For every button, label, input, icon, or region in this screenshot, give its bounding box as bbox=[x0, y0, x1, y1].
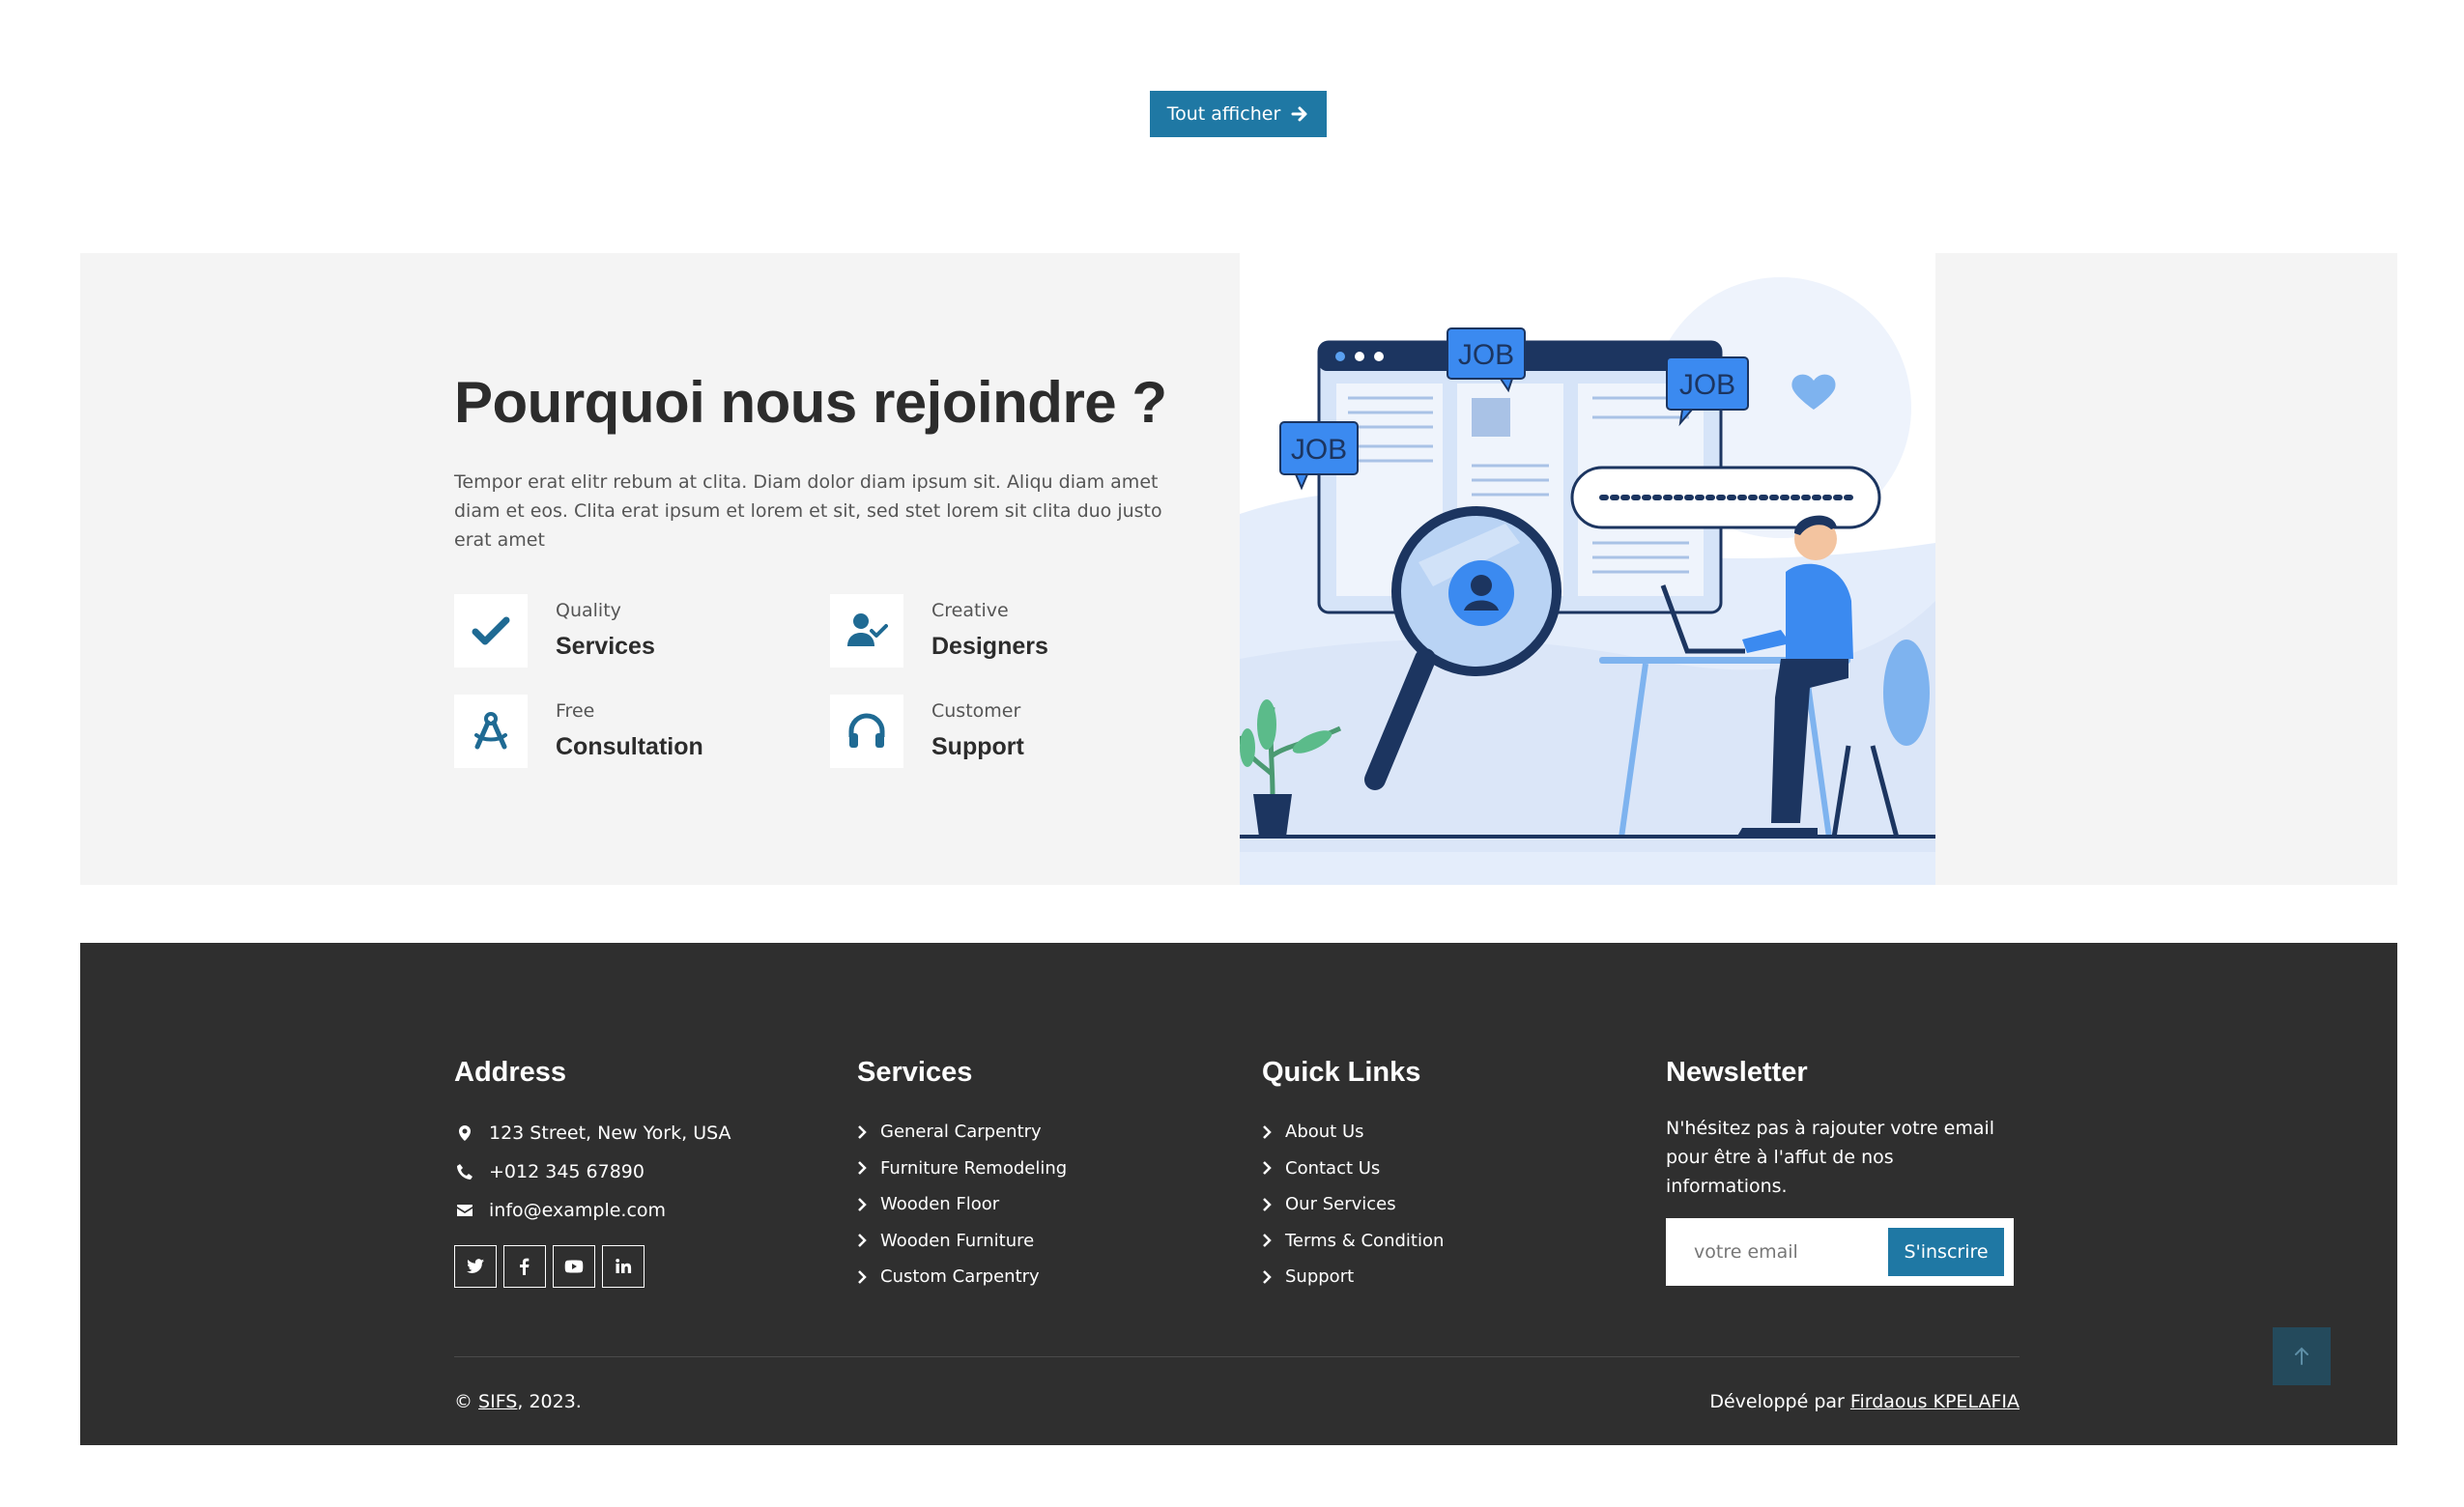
chevron-right-icon bbox=[1262, 1161, 1272, 1176]
address-street-text: 123 Street, New York, USA bbox=[489, 1123, 731, 1144]
facebook-icon[interactable] bbox=[503, 1245, 546, 1288]
copyright-brand-link[interactable]: SIFS bbox=[478, 1391, 517, 1412]
job-search-illustration: JOB JOB JOB bbox=[1240, 253, 1935, 885]
footer-link-label: Custom Carpentry bbox=[880, 1266, 1040, 1288]
footer-address-title: Address bbox=[454, 1057, 567, 1088]
address-email: info@example.com bbox=[454, 1191, 731, 1230]
footer-link-label: Wooden Furniture bbox=[880, 1230, 1035, 1251]
feature-big-label: Services bbox=[556, 633, 655, 660]
copyright-suffix: , 2023. bbox=[517, 1391, 582, 1412]
footer-link-label: Wooden Floor bbox=[880, 1194, 1000, 1215]
footer-quick-link[interactable]: Contact Us bbox=[1262, 1151, 1444, 1187]
chevron-right-icon bbox=[1262, 1234, 1272, 1248]
footer-services-column: Services General Carpentry Furniture Rem… bbox=[857, 1057, 1067, 1295]
copyright: © SIFS, 2023. bbox=[454, 1391, 582, 1412]
chevron-right-icon bbox=[857, 1234, 867, 1248]
drafting-compass-icon bbox=[454, 695, 528, 768]
footer-link-label: Our Services bbox=[1285, 1194, 1396, 1215]
chevron-right-icon bbox=[857, 1269, 867, 1284]
feature-free-consultation: Free Consultation bbox=[454, 695, 703, 768]
chevron-right-icon bbox=[857, 1197, 867, 1211]
feature-small-label: Quality bbox=[556, 600, 621, 621]
why-join-section: Pourquoi nous rejoindre ? Tempor erat el… bbox=[80, 253, 2397, 885]
feature-creative-designers: Creative Designers bbox=[830, 594, 1048, 668]
footer-service-link[interactable]: Wooden Floor bbox=[857, 1186, 1067, 1223]
feature-big-label: Support bbox=[931, 733, 1024, 760]
chevron-right-icon bbox=[1262, 1124, 1272, 1139]
subscribe-button[interactable]: S'inscrire bbox=[1888, 1228, 2004, 1276]
footer-quick-links-list: About Us Contact Us Our Services Terms &… bbox=[1262, 1114, 1444, 1295]
view-all-button[interactable]: Tout afficher bbox=[1150, 91, 1327, 137]
arrow-up-icon bbox=[2295, 1347, 2308, 1365]
footer-link-label: Support bbox=[1285, 1266, 1355, 1288]
feature-big-label: Consultation bbox=[556, 733, 703, 760]
site-footer: Address 123 Street, New York, USA +012 3… bbox=[80, 943, 2397, 1445]
social-links bbox=[454, 1245, 731, 1288]
credit-prefix: Développé par bbox=[1709, 1391, 1850, 1412]
copyright-prefix: © bbox=[454, 1391, 479, 1412]
footer-link-label: Furniture Remodeling bbox=[880, 1157, 1068, 1179]
linkedin-icon[interactable] bbox=[602, 1245, 645, 1288]
newsletter-email-input[interactable] bbox=[1666, 1218, 1888, 1286]
job-bubble-label: JOB bbox=[1291, 434, 1347, 466]
chevron-right-icon bbox=[1262, 1269, 1272, 1284]
youtube-icon[interactable] bbox=[553, 1245, 595, 1288]
address-phone-text: +012 345 67890 bbox=[489, 1161, 645, 1182]
developer-credit: Développé par Firdaous KPELAFIA bbox=[1709, 1391, 2020, 1412]
footer-newsletter-column: Newsletter N'hésitez pas à rajouter votr… bbox=[1666, 1057, 2014, 1286]
arrow-right-icon bbox=[1291, 106, 1307, 122]
footer-quick-link[interactable]: Terms & Condition bbox=[1262, 1223, 1444, 1260]
check-icon bbox=[454, 594, 528, 668]
feature-big-label: Designers bbox=[931, 633, 1048, 660]
address-phone: +012 345 67890 bbox=[454, 1152, 731, 1191]
chevron-right-icon bbox=[857, 1161, 867, 1176]
footer-link-label: Terms & Condition bbox=[1285, 1230, 1445, 1251]
chevron-right-icon bbox=[1262, 1197, 1272, 1211]
back-to-top-button[interactable] bbox=[2273, 1327, 2331, 1385]
footer-quick-link[interactable]: Our Services bbox=[1262, 1186, 1444, 1223]
footer-service-link[interactable]: Furniture Remodeling bbox=[857, 1151, 1067, 1187]
headphones-icon bbox=[830, 695, 903, 768]
newsletter-text: N'hésitez pas à rajouter votre email pou… bbox=[1666, 1118, 1995, 1197]
footer-services-title: Services bbox=[857, 1057, 973, 1088]
why-join-title: Pourquoi nous rejoindre ? bbox=[454, 370, 1167, 435]
footer-service-link[interactable]: General Carpentry bbox=[857, 1114, 1067, 1151]
address-street: 123 Street, New York, USA bbox=[454, 1114, 731, 1152]
footer-quick-link[interactable]: Support bbox=[1262, 1259, 1444, 1295]
address-email-text: info@example.com bbox=[489, 1200, 667, 1221]
footer-quick-links-column: Quick Links About Us Contact Us Our Serv… bbox=[1262, 1057, 1444, 1295]
footer-address-column: Address 123 Street, New York, USA +012 3… bbox=[454, 1057, 731, 1288]
map-marker-icon bbox=[454, 1124, 475, 1142]
user-check-icon bbox=[830, 594, 903, 668]
feature-customer-support: Customer Support bbox=[830, 695, 1024, 768]
feature-quality-services: Quality Services bbox=[454, 594, 655, 668]
footer-services-list: General Carpentry Furniture Remodeling W… bbox=[857, 1114, 1067, 1295]
footer-link-label: General Carpentry bbox=[880, 1122, 1042, 1143]
view-all-label: Tout afficher bbox=[1166, 103, 1281, 125]
newsletter-form: S'inscrire bbox=[1666, 1218, 2014, 1286]
footer-link-label: About Us bbox=[1285, 1122, 1364, 1143]
chevron-right-icon bbox=[857, 1124, 867, 1139]
footer-newsletter-title: Newsletter bbox=[1666, 1057, 1808, 1088]
footer-service-link[interactable]: Custom Carpentry bbox=[857, 1259, 1067, 1295]
job-bubble-label: JOB bbox=[1458, 339, 1514, 371]
twitter-icon[interactable] bbox=[454, 1245, 497, 1288]
footer-quick-link[interactable]: About Us bbox=[1262, 1114, 1444, 1151]
footer-divider bbox=[454, 1356, 2020, 1357]
envelope-icon bbox=[454, 1202, 475, 1219]
phone-icon bbox=[454, 1163, 475, 1180]
job-bubble-label: JOB bbox=[1679, 369, 1735, 401]
feature-small-label: Customer bbox=[931, 700, 1021, 722]
feature-small-label: Creative bbox=[931, 600, 1009, 621]
footer-quick-links-title: Quick Links bbox=[1262, 1057, 1421, 1088]
why-join-description: Tempor erat elitr rebum at clita. Diam d… bbox=[454, 471, 1162, 551]
credit-author-link[interactable]: Firdaous KPELAFIA bbox=[1850, 1391, 2020, 1412]
footer-service-link[interactable]: Wooden Furniture bbox=[857, 1223, 1067, 1260]
footer-link-label: Contact Us bbox=[1285, 1157, 1381, 1179]
feature-small-label: Free bbox=[556, 700, 595, 722]
